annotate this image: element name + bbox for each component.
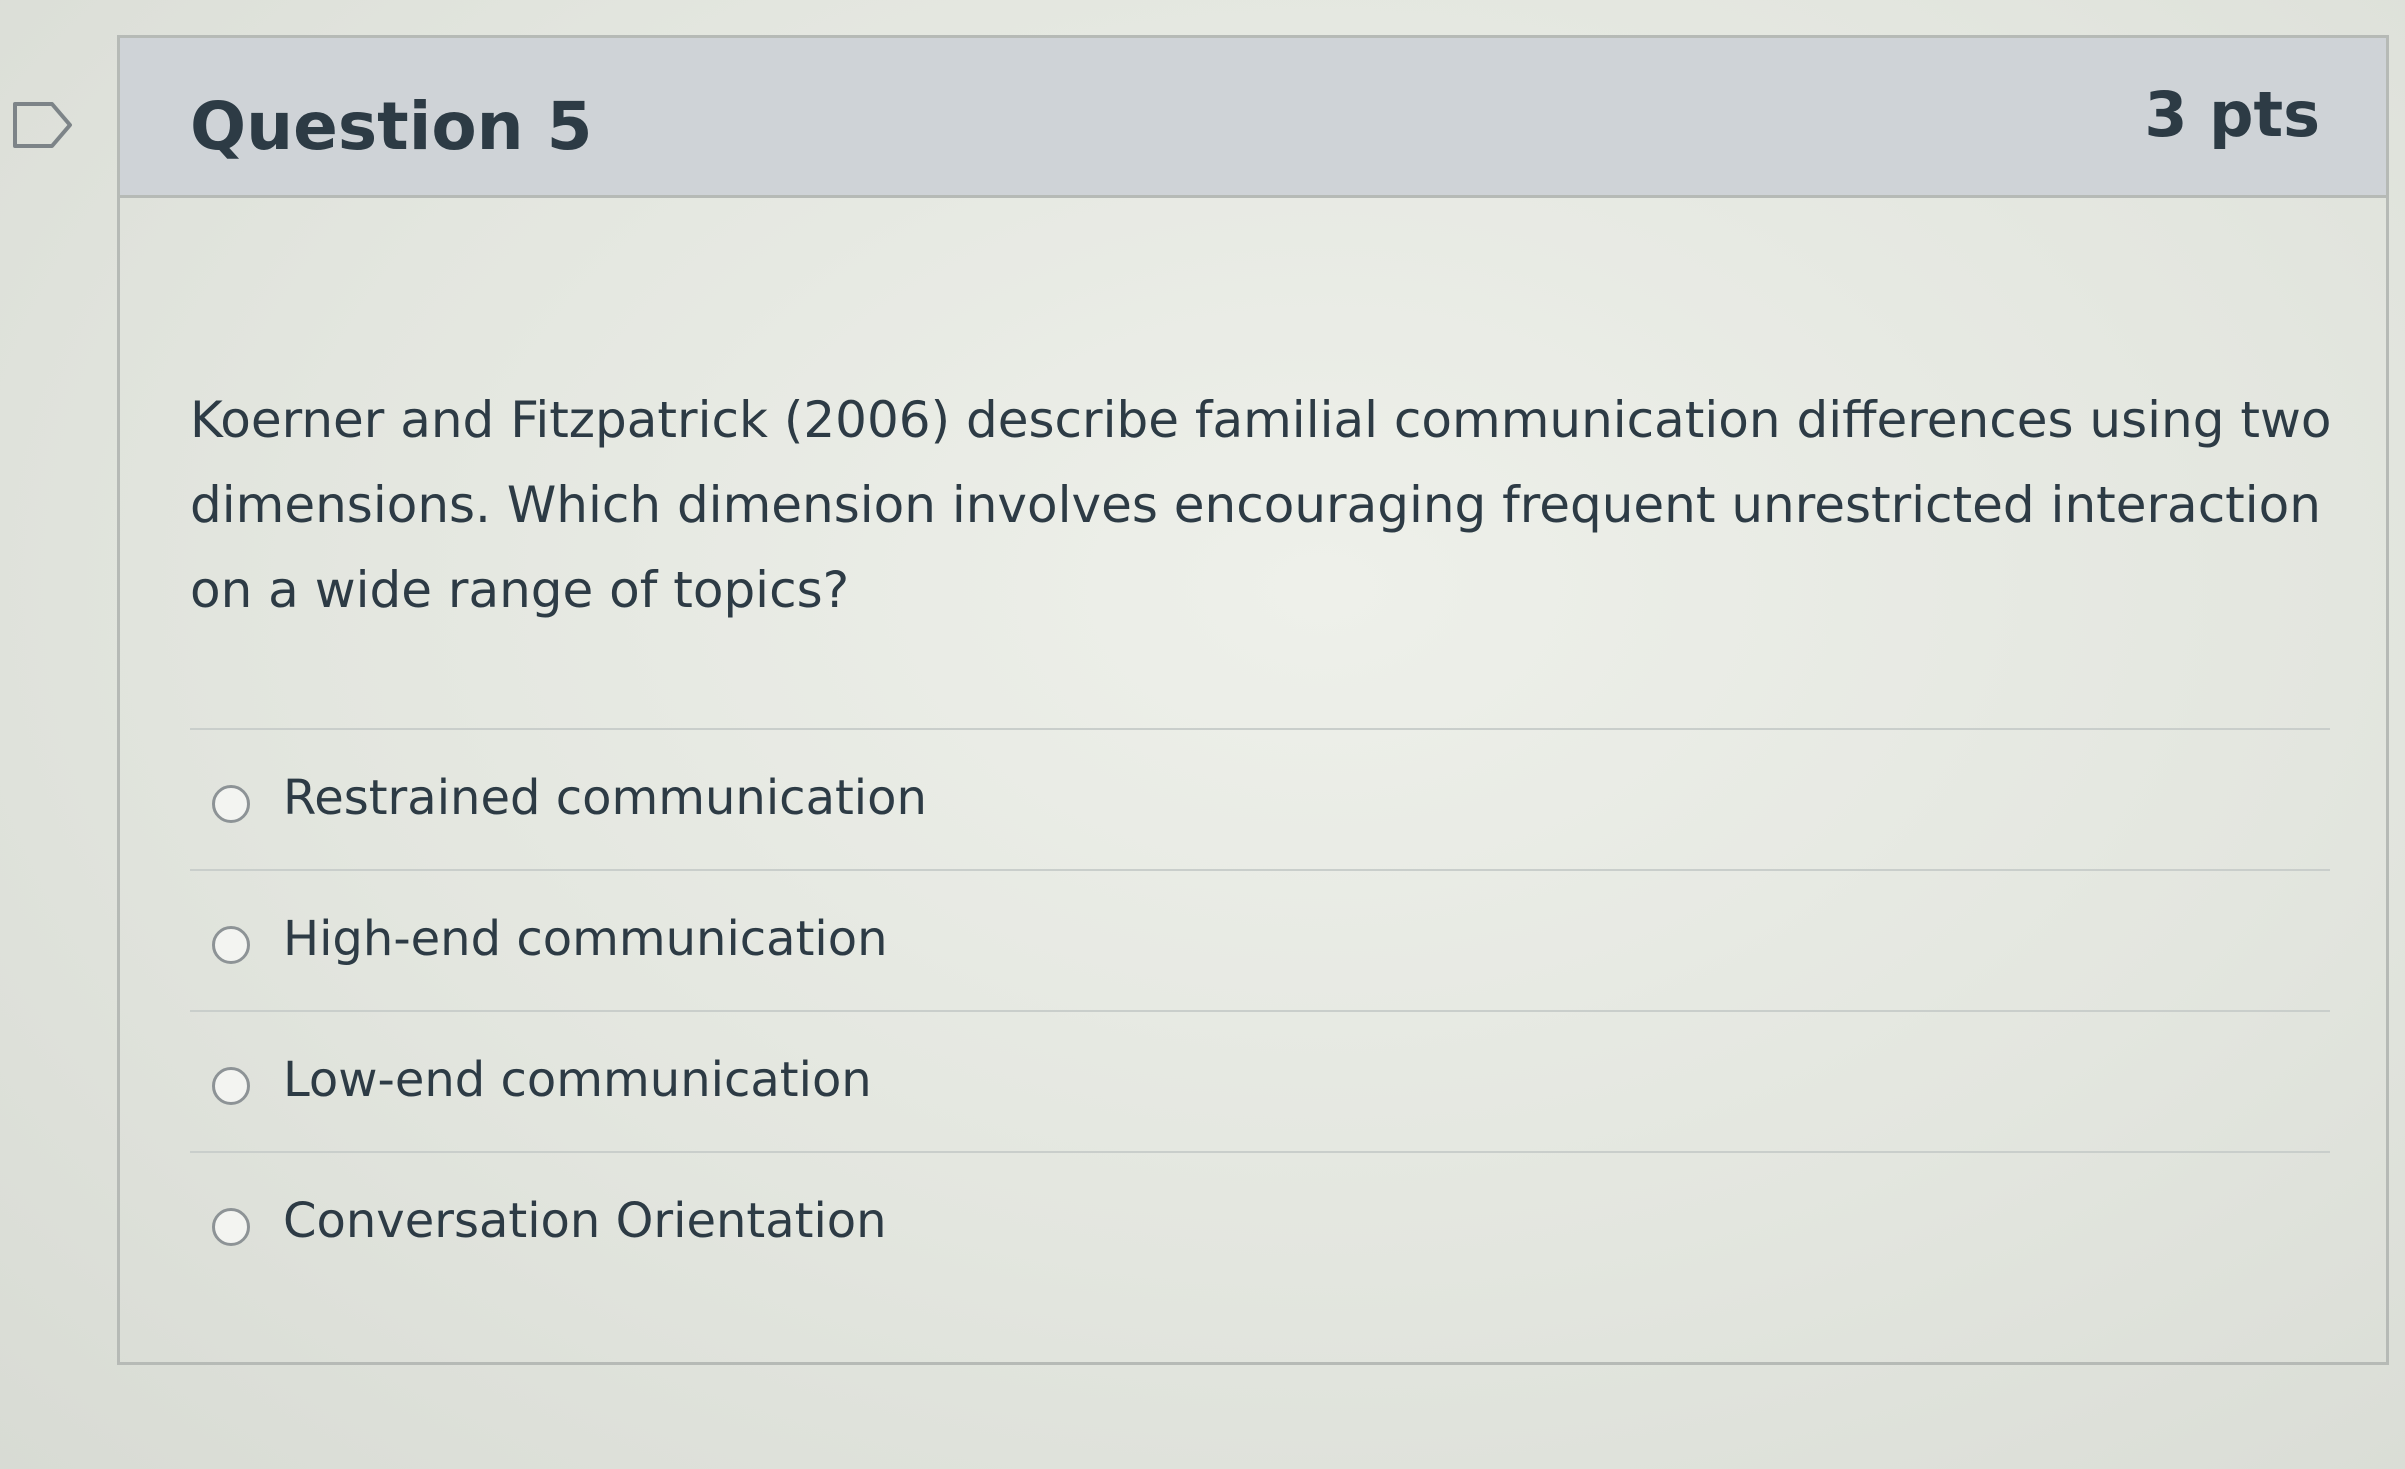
question-text: Koerner and Fitzpatrick (2006) describe …: [190, 391, 2332, 619]
answer-option[interactable]: High-end communication: [190, 869, 2330, 1010]
question-points: 3 pts: [2144, 78, 2320, 151]
answer-list: Restrained communication High-end commun…: [190, 728, 2330, 1292]
answer-option[interactable]: Conversation Orientation: [190, 1151, 2330, 1292]
question-title: Question 5: [190, 88, 593, 165]
answer-label[interactable]: High-end communication: [283, 911, 888, 967]
question-card: Question 5 3 pts Koerner and Fitzpatrick…: [117, 35, 2389, 1365]
flag-question-icon[interactable]: [12, 100, 74, 150]
radio-unselected-icon[interactable]: [212, 1067, 250, 1105]
radio-unselected-icon[interactable]: [212, 926, 250, 964]
answer-option[interactable]: Restrained communication: [190, 728, 2330, 869]
answer-option[interactable]: Low-end communication: [190, 1010, 2330, 1151]
radio-unselected-icon[interactable]: [212, 785, 250, 823]
answer-label[interactable]: Low-end communication: [283, 1052, 872, 1108]
answer-label[interactable]: Restrained communication: [283, 770, 927, 826]
answer-label[interactable]: Conversation Orientation: [283, 1193, 887, 1249]
radio-unselected-icon[interactable]: [212, 1208, 250, 1246]
question-header: Question 5 3 pts: [120, 38, 2386, 198]
